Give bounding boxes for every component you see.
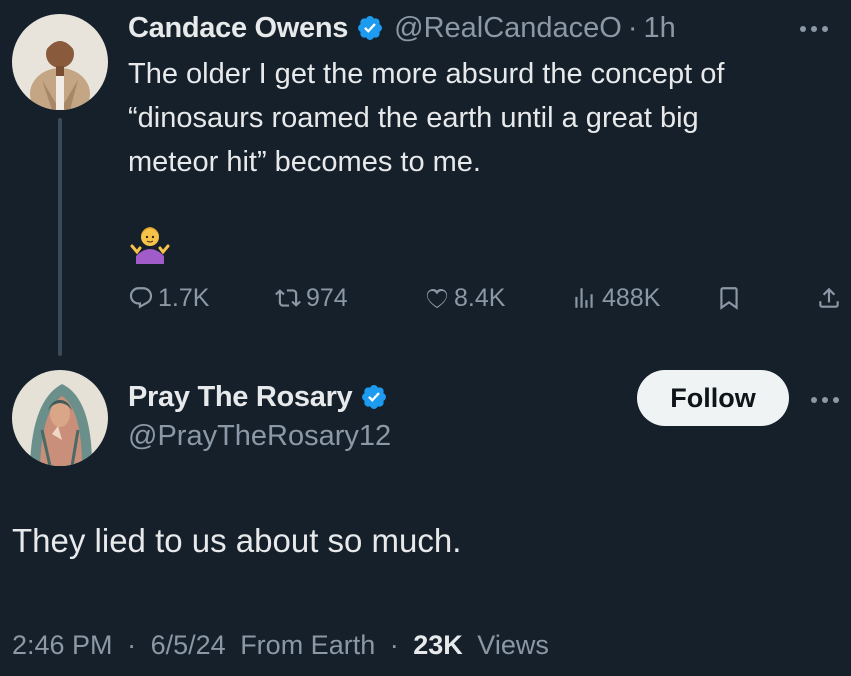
verified-badge-icon — [356, 14, 384, 42]
repost-icon — [274, 285, 302, 311]
tweet-time-ago[interactable]: 1h — [644, 12, 676, 45]
author-handle[interactable]: @RealCandaceO — [394, 12, 622, 45]
like-count: 8.4K — [454, 283, 506, 312]
share-button[interactable] — [816, 278, 842, 318]
profile-photo — [12, 14, 108, 110]
views-icon — [570, 285, 598, 311]
follow-button[interactable]: Follow — [637, 370, 789, 426]
profile-photo — [12, 370, 108, 466]
views-count: 488K — [602, 283, 661, 312]
reply-author-row: Pray The Rosary — [128, 376, 398, 418]
tweet-text-line: meteor hit” becomes to me. — [128, 146, 481, 178]
tweet-text-line: The older I get the more absurd the conc… — [128, 58, 725, 90]
post-source: From Earth — [240, 630, 376, 660]
reply-author-handle[interactable]: @PrayTheRosary12 — [128, 420, 391, 453]
like-icon — [424, 285, 450, 311]
bookmark-button[interactable] — [716, 278, 742, 318]
tweet-header: Candace Owens @RealCandaceO · 1h — [128, 8, 831, 48]
repost-button[interactable]: 974 — [274, 278, 348, 318]
more-options-icon[interactable] — [808, 388, 842, 412]
more-options-icon[interactable] — [797, 16, 831, 40]
share-icon — [816, 285, 842, 311]
candace-owens-avatar[interactable] — [12, 14, 108, 110]
reply-count: 1.7K — [158, 283, 210, 312]
tweet-text-line: “dinosaurs roamed the earth until a grea… — [128, 102, 699, 134]
repost-count: 974 — [306, 283, 348, 312]
tweet-thread-view: Candace Owens @RealCandaceO · 1h The old… — [0, 0, 851, 676]
post-views-label: Views — [477, 630, 549, 660]
tweet-meta-row: 2:46 PM · 6/5/24 From Earth · 23K Views — [12, 630, 549, 661]
separator-dot: · — [389, 630, 399, 660]
reply-button[interactable]: 1.7K — [128, 278, 209, 318]
tweet-body: The older I get the more absurd the conc… — [128, 52, 833, 184]
views-button[interactable]: 488K — [570, 278, 660, 318]
reply-body-text: They lied to us about so much. — [12, 522, 462, 559]
reply-author-display-name[interactable]: Pray The Rosary — [128, 381, 353, 414]
reply-icon — [128, 285, 154, 311]
bookmark-icon — [716, 285, 742, 311]
pray-the-rosary-avatar[interactable] — [12, 370, 108, 466]
author-display-name[interactable]: Candace Owens — [128, 12, 348, 45]
post-time[interactable]: 2:46 PM — [12, 630, 113, 660]
person-shrugging-emoji-icon — [128, 220, 172, 264]
separator-dot: · — [127, 630, 137, 660]
verified-badge-icon — [360, 383, 388, 411]
tweet-action-bar: 1.7K 974 8.4K 488K — [128, 278, 843, 318]
thread-connector-line — [58, 118, 62, 356]
post-date[interactable]: 6/5/24 — [151, 630, 226, 660]
post-views-count[interactable]: 23K — [413, 630, 463, 660]
separator-dot: · — [627, 11, 638, 44]
like-button[interactable]: 8.4K — [424, 278, 505, 318]
